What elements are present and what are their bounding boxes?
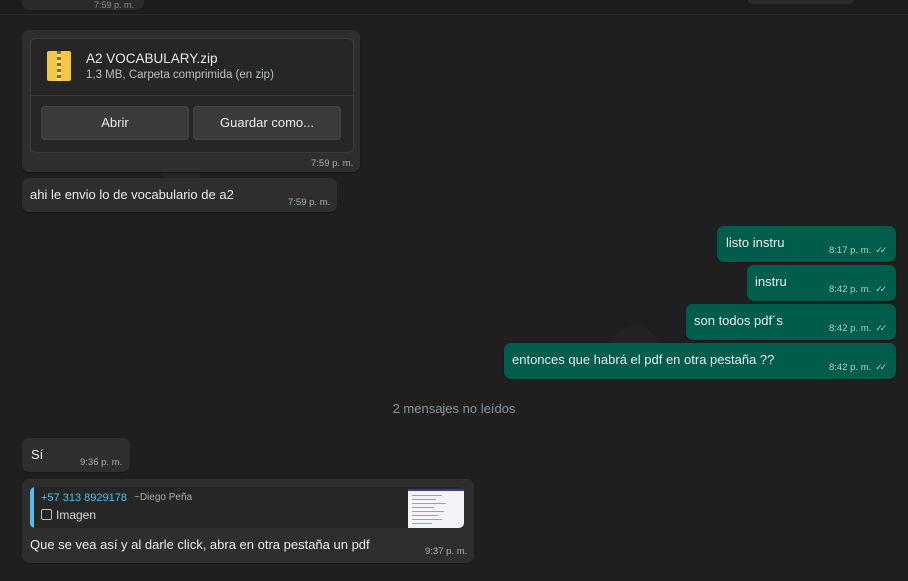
previous-message-strip: 7:59 p. m.: [0, 0, 908, 15]
outgoing-message-bubble[interactable]: entonces que habrá el pdf en otra pestañ…: [504, 343, 896, 379]
read-receipt-icon: ✓✓: [875, 362, 887, 372]
open-file-button[interactable]: Abrir: [41, 106, 189, 140]
quoted-type-label: Imagen: [56, 508, 97, 522]
quoted-sender-name: ~Diego Peña: [134, 492, 193, 503]
quoted-sender-number: +57 313 8929178: [41, 492, 127, 504]
read-receipt-icon: ✓✓: [875, 245, 887, 255]
message-text: Que se vea así y al darle click, abra en…: [30, 537, 370, 552]
previous-message-time: 7:59 p. m.: [94, 0, 135, 10]
message-time: 8:42 p. m.: [829, 362, 872, 373]
message-time: 7:59 p. m.: [311, 158, 354, 169]
message-text: instru: [755, 274, 787, 289]
outgoing-message-bubble[interactable]: son todos pdf´s 8:42 p. m. ✓✓: [686, 304, 896, 340]
message-text: listo instru: [726, 235, 785, 250]
quote-accent-bar: [30, 487, 34, 528]
unread-messages-separator: 2 mensajes no leídos: [392, 401, 516, 416]
message-text: entonces que habrá el pdf en otra pestañ…: [512, 352, 775, 367]
incoming-message-bubble[interactable]: ahi le envio lo de vocabulario de a2 7:5…: [22, 178, 337, 212]
message-time: 9:37 p. m.: [425, 546, 468, 557]
message-text: ahi le envio lo de vocabulario de a2: [30, 187, 234, 202]
read-receipt-icon: ✓✓: [875, 284, 887, 294]
file-message-bubble[interactable]: A2 VOCABULARY.zip 1,3 MB, Carpeta compri…: [22, 30, 360, 172]
quoted-image-thumbnail: [408, 489, 464, 528]
message-text: son todos pdf´s: [694, 313, 783, 328]
quoted-message[interactable]: +57 313 8929178 ~Diego Peña Imagen: [30, 487, 464, 528]
save-as-button[interactable]: Guardar como...: [193, 106, 341, 140]
reply-message-bubble[interactable]: +57 313 8929178 ~Diego Peña Imagen Que s…: [22, 479, 474, 563]
incoming-message-bubble[interactable]: Sí 9:36 p. m.: [22, 438, 130, 472]
message-time: 8:42 p. m.: [829, 323, 872, 334]
message-time: 7:59 p. m.: [288, 197, 331, 208]
previous-outgoing-edge: [748, 0, 854, 4]
file-name: A2 VOCABULARY.zip: [86, 51, 218, 66]
message-time: 8:17 p. m.: [829, 245, 872, 256]
file-card-divider: [31, 95, 353, 96]
image-icon: [41, 509, 52, 520]
message-time: 9:36 p. m.: [80, 457, 123, 468]
outgoing-message-bubble[interactable]: listo instru 8:17 p. m. ✓✓: [717, 226, 896, 262]
zip-folder-icon: [47, 51, 71, 81]
file-attachment-card[interactable]: A2 VOCABULARY.zip 1,3 MB, Carpeta compri…: [30, 38, 354, 153]
read-receipt-icon: ✓✓: [875, 323, 887, 333]
message-text: Sí: [31, 447, 44, 462]
outgoing-message-bubble[interactable]: instru 8:42 p. m. ✓✓: [747, 265, 896, 301]
message-time: 8:42 p. m.: [829, 284, 872, 295]
file-description: 1,3 MB, Carpeta comprimida (en zip): [86, 69, 274, 81]
